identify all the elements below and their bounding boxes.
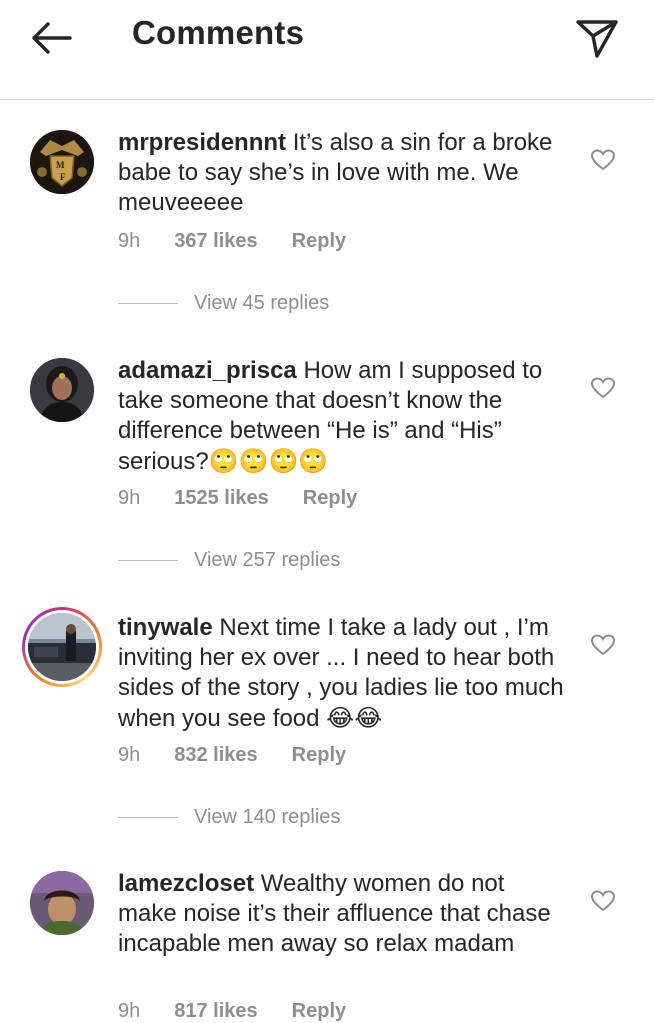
view-replies-label: View 257 replies	[194, 549, 341, 571]
share-button[interactable]	[574, 14, 620, 60]
comment-meta: 9h 832 likes Reply	[118, 744, 380, 767]
page-title: Comments	[132, 14, 305, 51]
profile-photo-avatar-image	[28, 613, 96, 681]
comment-meta: 9h 817 likes Reply	[118, 1000, 380, 1023]
heart-icon	[590, 149, 616, 171]
reply-button[interactable]: Reply	[303, 487, 357, 509]
comment-text: mrpresidennnt It’s also a sin for a brok…	[118, 128, 566, 218]
likes-count[interactable]: 1525 likes	[174, 487, 269, 509]
comments-header: Comments	[0, 0, 654, 100]
story-avatar[interactable]	[22, 607, 102, 687]
view-replies-button[interactable]: View 140 replies	[118, 806, 378, 830]
comment-text: lamezcloset Wealthy women do not make no…	[118, 869, 566, 959]
avatar[interactable]	[30, 871, 94, 935]
like-button[interactable]	[590, 889, 616, 913]
paper-plane-icon	[576, 20, 618, 58]
comment-text: adamazi_prisca How am I supposed to take…	[118, 356, 566, 477]
arrow-left-icon	[32, 22, 72, 54]
view-replies-label: View 140 replies	[194, 806, 341, 828]
crest-logo-avatar-image: M F	[30, 130, 94, 194]
comment-time: 9h	[118, 487, 141, 509]
eye-roll-emoji: 🙄🙄🙄🙄	[208, 447, 329, 475]
back-button[interactable]	[26, 18, 76, 58]
view-replies-label: View 45 replies	[194, 292, 330, 314]
like-button[interactable]	[590, 148, 616, 172]
view-replies-button[interactable]: View 45 replies	[118, 292, 378, 316]
comment-time: 9h	[118, 744, 141, 766]
replies-divider	[118, 303, 178, 304]
profile-photo-avatar-image	[30, 358, 94, 422]
avatar[interactable]: M F	[30, 130, 94, 194]
comment-username[interactable]: tinywale	[118, 614, 213, 641]
comment-username[interactable]: lamezcloset	[118, 870, 254, 897]
comment-time: 9h	[118, 230, 141, 252]
comment-username[interactable]: adamazi_prisca	[118, 357, 297, 384]
replies-divider	[118, 560, 178, 561]
like-button[interactable]	[590, 376, 616, 400]
avatar[interactable]	[30, 358, 94, 422]
likes-count[interactable]: 832 likes	[174, 744, 257, 766]
heart-icon	[590, 377, 616, 399]
heart-icon	[590, 890, 616, 912]
replies-divider	[118, 817, 178, 818]
reply-button[interactable]: Reply	[292, 744, 346, 766]
laughing-emoji: 😂😂	[326, 704, 383, 732]
comment-username[interactable]: mrpresidennnt	[118, 129, 286, 156]
svg-text:F: F	[60, 172, 66, 182]
heart-icon	[590, 634, 616, 656]
comment-meta: 9h 1525 likes Reply	[118, 487, 391, 510]
reply-button[interactable]: Reply	[292, 230, 346, 252]
like-button[interactable]	[590, 633, 616, 657]
comment-meta: 9h 367 likes Reply	[118, 230, 380, 253]
profile-photo-avatar-image	[30, 871, 94, 935]
comment-text: tinywale Next time I take a lady out , I…	[118, 613, 566, 734]
svg-text:M: M	[56, 160, 65, 170]
view-replies-button[interactable]: View 257 replies	[118, 549, 378, 573]
likes-count[interactable]: 367 likes	[174, 230, 257, 252]
